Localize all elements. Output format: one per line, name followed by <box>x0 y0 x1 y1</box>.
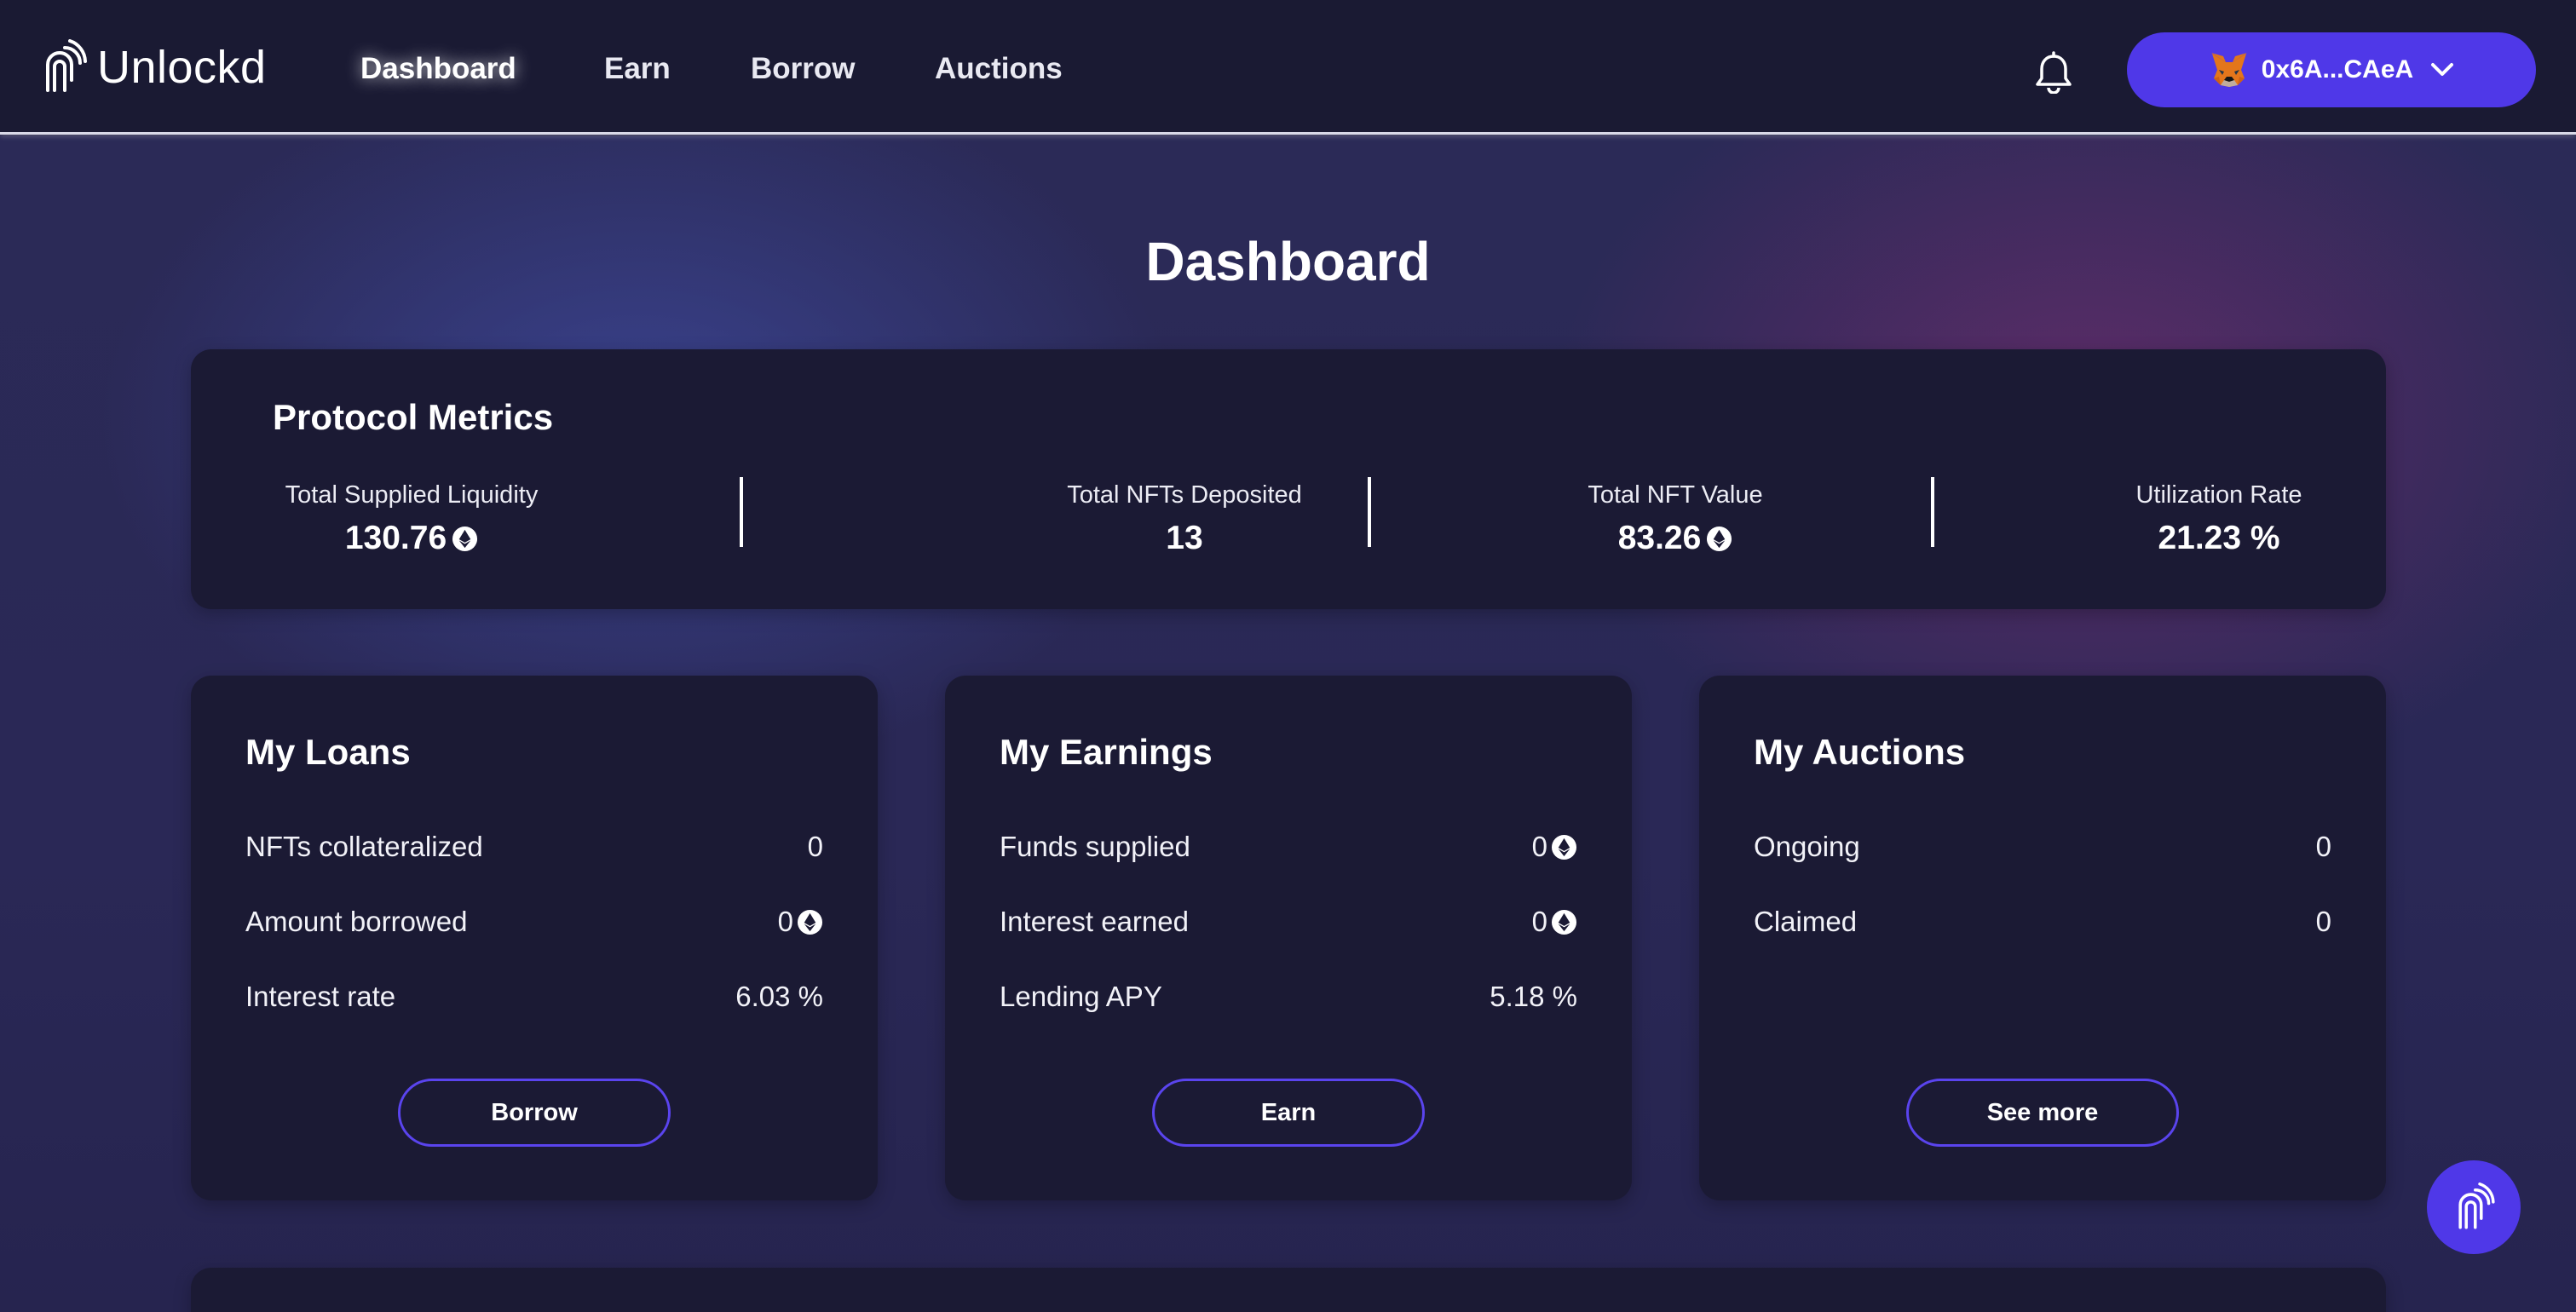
metrics-title: Protocol Metrics <box>273 397 554 437</box>
metric-divider <box>1368 477 1371 547</box>
metric-divider <box>740 477 743 547</box>
unlockd-logo-icon <box>2458 1183 2495 1229</box>
eth-icon <box>1551 834 1577 860</box>
metric-value-text: 83.26 <box>1617 520 1702 556</box>
row-label: Claimed <box>1754 906 1858 937</box>
row-value: 0 <box>2315 906 2331 937</box>
auction-row-ongoing: Ongoing 0 <box>1754 826 2331 868</box>
row-value: 0 <box>1532 906 1577 938</box>
row-value: 0 <box>2315 831 2331 862</box>
row-label: Lending APY <box>1000 981 1162 1012</box>
page-title: Dashboard <box>1145 231 1431 292</box>
metric-value-text: 13 <box>1166 520 1203 556</box>
borrow-button[interactable]: Borrow <box>398 1079 671 1147</box>
metric-label: Total NFTs Deposited <box>1067 481 1302 509</box>
metric-total-supplied-liquidity: Total Supplied Liquidity 130.76 <box>273 481 550 557</box>
my-earnings-card: My Earnings Funds supplied 0 Interest ea… <box>945 676 1632 1200</box>
metric-label: Total NFT Value <box>1588 481 1763 509</box>
panel-title: My Earnings <box>1000 732 1213 772</box>
row-label: Interest earned <box>1000 906 1189 937</box>
wallet-address: 0x6A...CAeA <box>2261 55 2414 83</box>
row-value: 0 <box>1532 831 1577 863</box>
chevron-down-icon <box>2431 63 2454 76</box>
bell-icon[interactable] <box>2035 51 2072 94</box>
metric-label: Total Supplied Liquidity <box>285 481 539 509</box>
protocol-metrics-card: Protocol Metrics Total Supplied Liquidit… <box>191 349 2386 609</box>
row-value-text: 0 <box>1531 906 1547 937</box>
auction-row-claimed: Claimed 0 <box>1754 901 2331 943</box>
panel-title: My Auctions <box>1754 732 1966 772</box>
earning-row-lending-apy: Lending APY 5.18 % <box>1000 975 1577 1018</box>
panel-title: My Loans <box>245 732 411 772</box>
nav-link-earn[interactable]: Earn <box>604 49 671 89</box>
metric-value: 83.26 <box>1547 520 1803 557</box>
see-more-button[interactable]: See more <box>1906 1079 2179 1147</box>
row-label: Funds supplied <box>1000 831 1190 862</box>
eth-icon <box>1707 526 1732 551</box>
earning-row-funds-supplied: Funds supplied 0 <box>1000 826 1577 868</box>
wallet-button[interactable]: 0x6A...CAeA <box>2127 32 2536 107</box>
unlockd-logo-icon <box>46 39 87 92</box>
earn-button[interactable]: Earn <box>1152 1079 1425 1147</box>
row-value: 0 <box>778 906 823 938</box>
row-label: NFTs collateralized <box>245 831 483 862</box>
my-auctions-card: My Auctions Ongoing 0 Claimed 0 See more <box>1699 676 2386 1200</box>
nav-link-auctions[interactable]: Auctions <box>935 49 1063 89</box>
nav-link-borrow[interactable]: Borrow <box>751 49 856 89</box>
loan-row-interest-rate: Interest rate 6.03 % <box>245 975 823 1018</box>
eth-icon <box>797 909 823 935</box>
eth-icon <box>1551 909 1577 935</box>
metric-label: Utilization Rate <box>2135 481 2302 509</box>
floating-support-button[interactable] <box>2427 1160 2521 1254</box>
row-value: 0 <box>807 831 823 862</box>
brand-logo[interactable]: Unlockd <box>39 37 267 97</box>
brand-name: Unlockd <box>97 42 267 93</box>
metric-value-text: 130.76 <box>344 520 447 556</box>
row-label: Interest rate <box>245 981 396 1012</box>
metric-value: 130.76 <box>273 520 550 557</box>
next-section-card <box>191 1268 2386 1312</box>
metric-total-nft-value: Total NFT Value 83.26 <box>1547 481 1803 557</box>
row-value-text: 0 <box>1531 831 1547 862</box>
top-navbar: Unlockd Dashboard Earn Borrow Auctions 0… <box>0 0 2576 135</box>
row-value: 6.03 % <box>735 981 823 1012</box>
loan-row-nfts-collateralized: NFTs collateralized 0 <box>245 826 823 868</box>
metamask-fox-icon <box>2210 53 2247 87</box>
metric-total-nfts-deposited: Total NFTs Deposited 13 <box>1057 481 1312 557</box>
metric-divider <box>1931 477 1934 547</box>
nav-link-dashboard[interactable]: Dashboard <box>360 49 516 89</box>
row-label: Amount borrowed <box>245 906 468 937</box>
row-value: 5.18 % <box>1490 981 1577 1012</box>
metric-value-text: 21.23 % <box>2158 520 2280 556</box>
metric-utilization-rate: Utilization Rate 21.23 % <box>2108 481 2330 557</box>
loan-row-amount-borrowed: Amount borrowed 0 <box>245 901 823 943</box>
earning-row-interest-earned: Interest earned 0 <box>1000 901 1577 943</box>
my-loans-card: My Loans NFTs collateralized 0 Amount bo… <box>191 676 878 1200</box>
row-value-text: 0 <box>777 906 793 937</box>
eth-icon <box>452 526 478 551</box>
row-label: Ongoing <box>1754 831 1860 862</box>
